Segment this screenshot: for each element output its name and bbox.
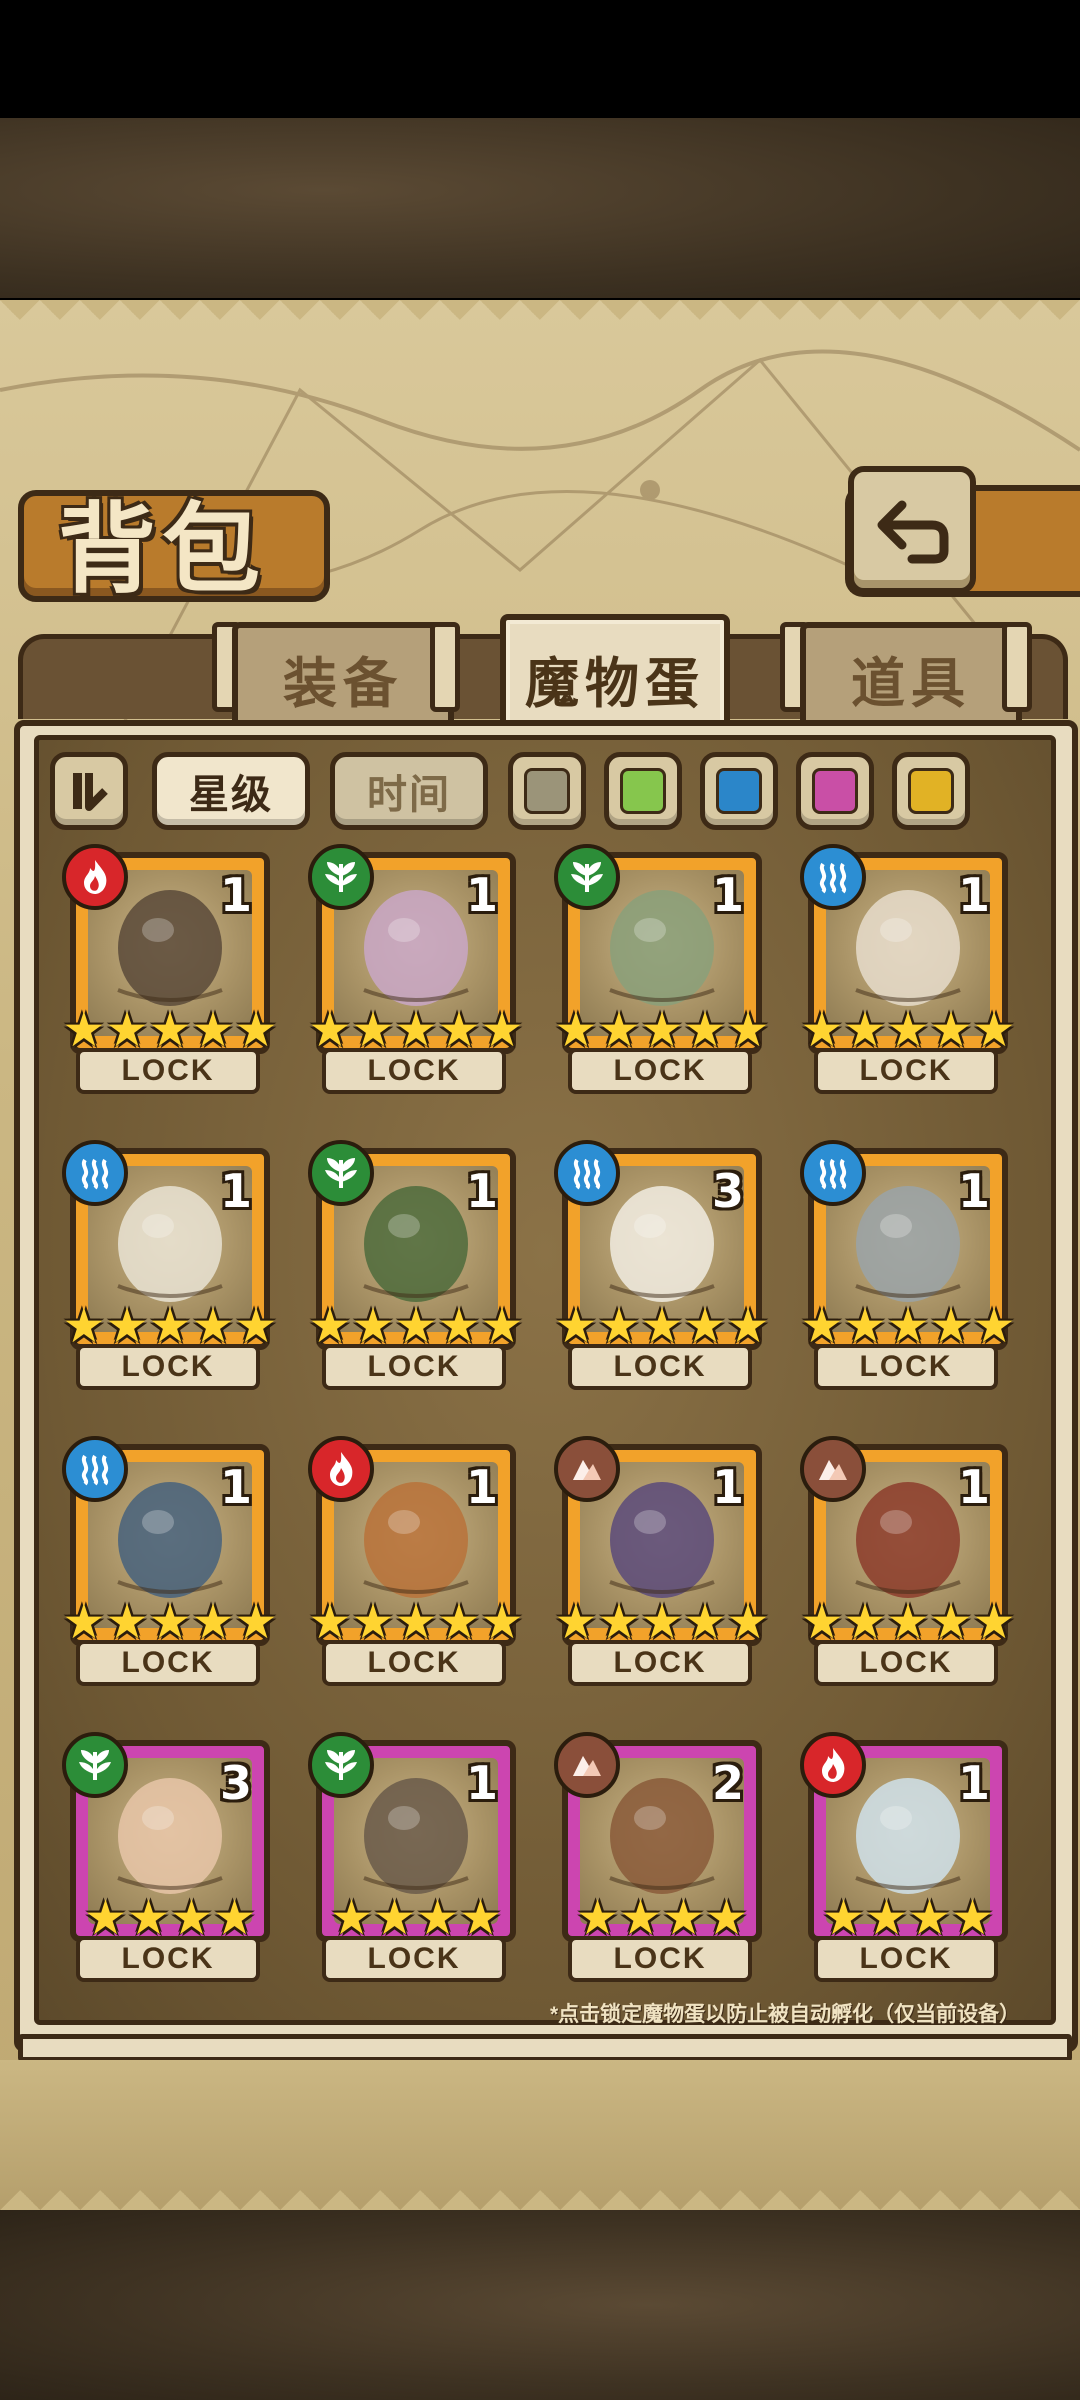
water-element-icon: [62, 1140, 128, 1206]
egg-card[interactable]: 1 ★★★★★ LOCK: [554, 1436, 770, 1686]
lock-button[interactable]: LOCK: [76, 1640, 260, 1686]
egg-count: 1: [465, 868, 498, 922]
color-swatch: [812, 768, 858, 814]
fire-element-icon: [308, 1436, 374, 1502]
color-swatch: [620, 768, 666, 814]
egg-count: 1: [465, 1164, 498, 1218]
egg-count: 1: [957, 868, 990, 922]
earth-element-icon: [554, 1732, 620, 1798]
egg-count: 3: [711, 1164, 744, 1218]
tab-divider: [430, 622, 460, 712]
filter-color-blue[interactable]: [700, 752, 778, 830]
egg-count: 2: [711, 1756, 744, 1810]
leaf-element-icon: [554, 844, 620, 910]
egg-card[interactable]: 1 ★★★★★ LOCK: [554, 844, 770, 1094]
filter-color-green[interactable]: [604, 752, 682, 830]
lock-hint-footnote: *点击锁定魔物蛋以防止被自动孵化（仅当前设备）: [550, 2003, 1021, 2026]
status-bar: [0, 0, 1080, 118]
egg-card[interactable]: 1 ★★★★★ LOCK: [800, 1436, 1016, 1686]
filter-color-gray[interactable]: [508, 752, 586, 830]
panel-bottom-rail: [18, 2034, 1072, 2062]
egg-count: 1: [219, 1460, 252, 1514]
earth-element-icon: [800, 1436, 866, 1502]
egg-count: 1: [465, 1460, 498, 1514]
fire-element-icon: [800, 1732, 866, 1798]
back-button[interactable]: [848, 466, 976, 594]
lock-button[interactable]: LOCK: [568, 1344, 752, 1390]
sort-order-button[interactable]: [50, 752, 128, 830]
map-background-bottom: [0, 2210, 1080, 2400]
filter-color-gold[interactable]: [892, 752, 970, 830]
egg-card[interactable]: 1 ★★★★★ LOCK: [62, 1436, 278, 1686]
back-arrow-icon: [877, 500, 949, 564]
egg-count: 1: [957, 1164, 990, 1218]
filter-color-purple[interactable]: [796, 752, 874, 830]
fire-element-icon: [62, 844, 128, 910]
egg-count: 1: [957, 1756, 990, 1810]
lock-button[interactable]: LOCK: [322, 1344, 506, 1390]
egg-card[interactable]: 3 ★★★★ LOCK: [62, 1732, 270, 1982]
earth-element-icon: [554, 1436, 620, 1502]
egg-count: 1: [465, 1756, 498, 1810]
tab-items[interactable]: 道具: [800, 622, 1022, 728]
water-element-icon: [62, 1436, 128, 1502]
tab-equipment[interactable]: 装备: [232, 622, 454, 728]
egg-card[interactable]: 2 ★★★★ LOCK: [554, 1732, 762, 1982]
lock-button[interactable]: LOCK: [76, 1936, 260, 1982]
sort-by-star-button[interactable]: 星级: [152, 752, 310, 830]
sort-toggle-icon: [73, 773, 108, 811]
egg-count: 1: [219, 1164, 252, 1218]
lock-button[interactable]: LOCK: [814, 1048, 998, 1094]
tab-divider: [1002, 622, 1032, 712]
egg-count: 1: [957, 1460, 990, 1514]
color-swatch: [908, 768, 954, 814]
lock-button[interactable]: LOCK: [814, 1936, 998, 1982]
lock-button[interactable]: LOCK: [322, 1048, 506, 1094]
lock-button[interactable]: LOCK: [322, 1640, 506, 1686]
water-element-icon: [554, 1140, 620, 1206]
egg-card[interactable]: 1 ★★★★ LOCK: [800, 1732, 1008, 1982]
leaf-element-icon: [62, 1732, 128, 1798]
lock-button[interactable]: LOCK: [568, 1640, 752, 1686]
egg-count: 1: [711, 868, 744, 922]
egg-card[interactable]: 1 ★★★★★ LOCK: [308, 844, 524, 1094]
lock-button[interactable]: LOCK: [76, 1344, 260, 1390]
egg-card[interactable]: 3 ★★★★★ LOCK: [554, 1140, 770, 1390]
egg-card[interactable]: 1 ★★★★★ LOCK: [308, 1140, 524, 1390]
sort-by-time-button[interactable]: 时间: [330, 752, 488, 830]
lock-button[interactable]: LOCK: [814, 1640, 998, 1686]
egg-count: 3: [219, 1756, 252, 1810]
tab-monster-eggs[interactable]: 魔物蛋: [500, 614, 730, 736]
egg-card[interactable]: 1 ★★★★★ LOCK: [308, 1436, 524, 1686]
egg-card[interactable]: 1 ★★★★★ LOCK: [62, 1140, 278, 1390]
egg-card[interactable]: 1 ★★★★★ LOCK: [800, 844, 1016, 1094]
egg-card[interactable]: 1 ★★★★★ LOCK: [800, 1140, 1016, 1390]
egg-count: 1: [219, 868, 252, 922]
leaf-element-icon: [308, 1732, 374, 1798]
color-swatch: [716, 768, 762, 814]
torn-edge-bottom: [0, 2170, 1080, 2210]
page-title: 背包: [58, 492, 267, 607]
water-element-icon: [800, 1140, 866, 1206]
lock-button[interactable]: LOCK: [814, 1344, 998, 1390]
egg-card[interactable]: 1 ★★★★★ LOCK: [62, 844, 278, 1094]
leaf-element-icon: [308, 844, 374, 910]
water-element-icon: [800, 844, 866, 910]
lock-button[interactable]: LOCK: [322, 1936, 506, 1982]
leaf-element-icon: [308, 1140, 374, 1206]
lock-button[interactable]: LOCK: [568, 1048, 752, 1094]
color-swatch: [524, 768, 570, 814]
map-background-top: [0, 118, 1080, 298]
egg-card[interactable]: 1 ★★★★ LOCK: [308, 1732, 516, 1982]
lock-button[interactable]: LOCK: [76, 1048, 260, 1094]
lock-button[interactable]: LOCK: [568, 1936, 752, 1982]
egg-count: 1: [711, 1460, 744, 1514]
